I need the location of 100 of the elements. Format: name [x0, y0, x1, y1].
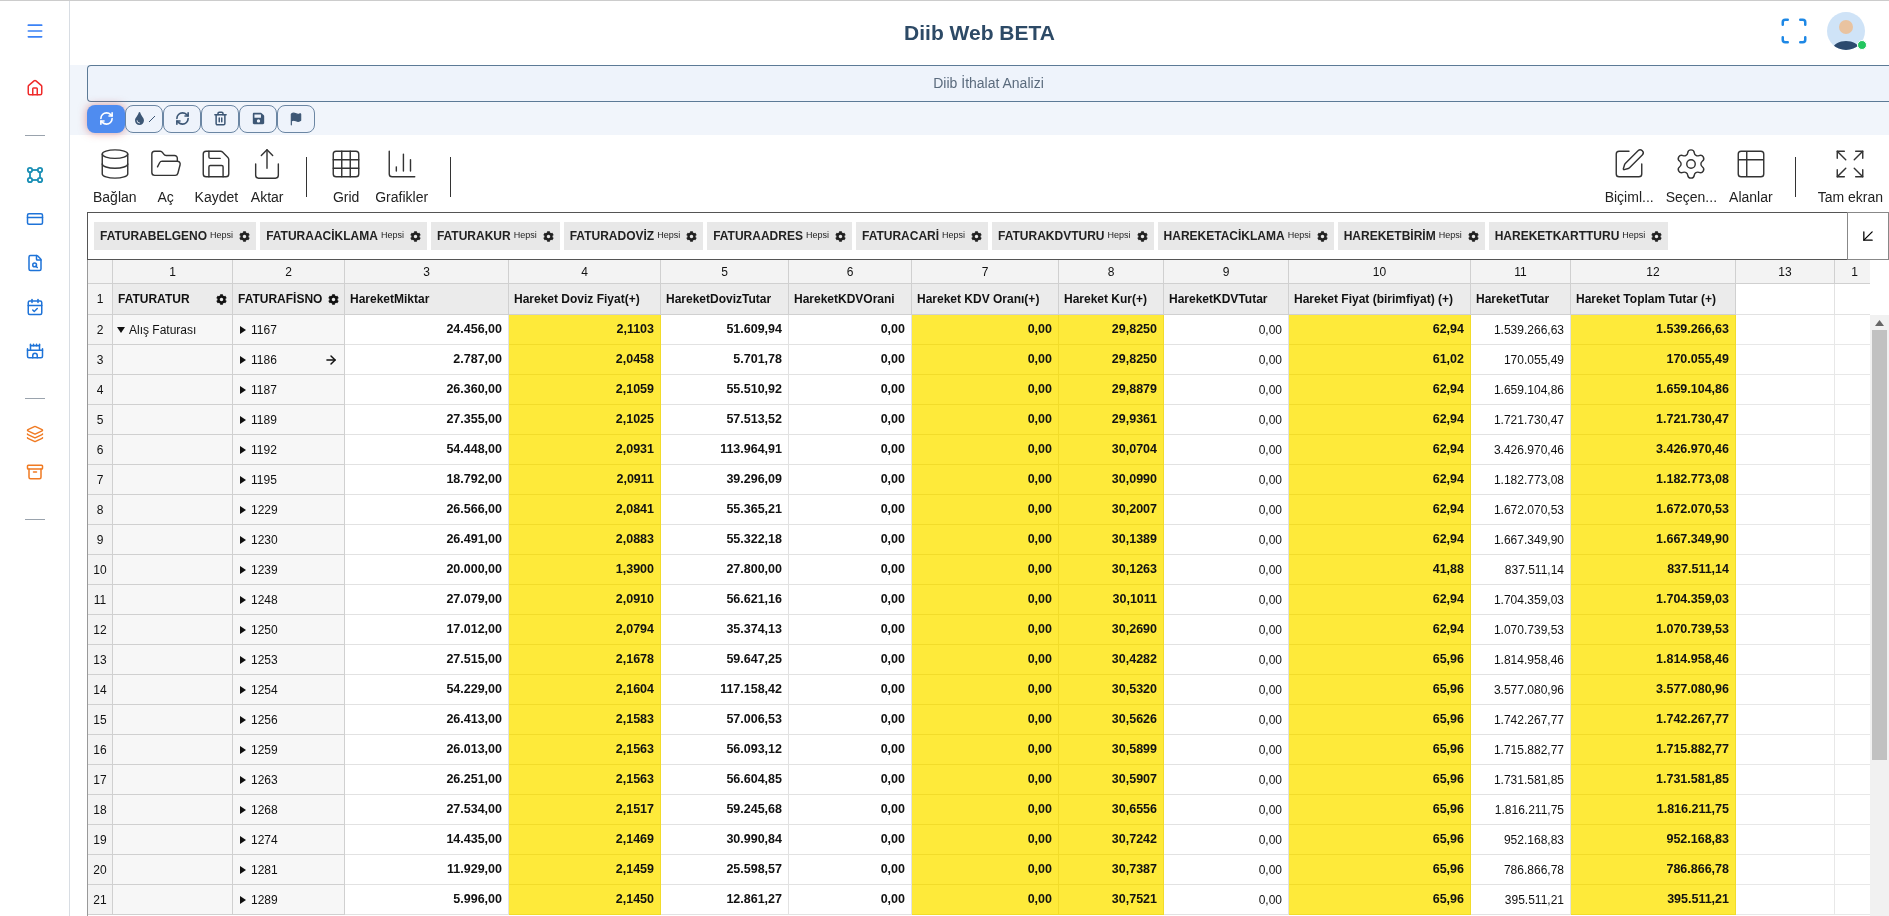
collapse-button[interactable]: [1847, 212, 1889, 260]
action-button[interactable]: [125, 104, 163, 133]
toolbar-button[interactable]: Aktar: [244, 143, 291, 208]
gear-icon[interactable]: [328, 293, 339, 305]
collapsed-triangle-icon[interactable]: [239, 415, 247, 424]
table-cell: 59.647,25: [661, 645, 789, 675]
row-number: 8: [88, 495, 113, 525]
credit-card-icon[interactable]: [25, 210, 44, 228]
filter-chip[interactable]: FATURACARİ Hepsi: [855, 222, 989, 250]
collapsed-triangle-icon[interactable]: [239, 895, 247, 904]
collapsed-triangle-icon[interactable]: [239, 505, 247, 514]
action-button[interactable]: [239, 104, 277, 133]
toolbar-button[interactable]: Bağlan: [87, 143, 143, 208]
row-number: 19: [88, 825, 113, 855]
table-cell: 2,1517: [509, 795, 661, 825]
column-header[interactable]: Hareket Fiyat (birimfiyat) (+): [1289, 284, 1471, 315]
collapsed-triangle-icon[interactable]: [239, 865, 247, 874]
toolbar-button[interactable]: Kaydet: [188, 143, 245, 208]
toolbar-button[interactable]: Alanlar: [1723, 143, 1779, 208]
table-cell: 0,00: [789, 465, 912, 495]
column-header[interactable]: Hareket KDV Oranı(+): [912, 284, 1059, 315]
table-cell: 0,00: [1164, 435, 1289, 465]
home-icon[interactable]: [25, 79, 44, 97]
gear-icon[interactable]: [1136, 230, 1148, 242]
collapsed-triangle-icon[interactable]: [239, 715, 247, 724]
column-header[interactable]: HareketMiktar: [345, 284, 509, 315]
toolbar-button[interactable]: Grafikler: [369, 143, 435, 208]
collapsed-triangle-icon[interactable]: [239, 745, 247, 754]
collapsed-triangle-icon[interactable]: [239, 325, 247, 334]
gear-icon[interactable]: [971, 230, 983, 242]
collapsed-triangle-icon[interactable]: [239, 535, 247, 544]
gear-icon[interactable]: [1651, 230, 1663, 242]
collapsed-triangle-icon[interactable]: [239, 685, 247, 694]
column-header[interactable]: HareketTutar: [1471, 284, 1571, 315]
filter-chip[interactable]: HAREKETACİKLAMA Hepsi: [1157, 222, 1334, 250]
table-cell: 0,00: [912, 435, 1059, 465]
gear-icon[interactable]: [239, 230, 251, 242]
column-header[interactable]: FATURATUR: [113, 284, 233, 315]
gear-icon[interactable]: [834, 230, 846, 242]
scrollbar[interactable]: [1870, 315, 1889, 916]
filter-chip[interactable]: FATURAKDVTURU Hepsi: [992, 222, 1154, 250]
column-header[interactable]: HareketKDVTutar: [1164, 284, 1289, 315]
toolbar-button[interactable]: Seçen...: [1659, 143, 1724, 208]
scroll-up-icon[interactable]: [1875, 320, 1884, 326]
search-document-icon[interactable]: [25, 254, 44, 272]
gear-icon[interactable]: [1316, 230, 1328, 242]
filter-chip[interactable]: FATURAACİKLAMA Hepsi: [260, 222, 427, 250]
table-cell: 1.814.958,46: [1471, 645, 1571, 675]
collapsed-triangle-icon[interactable]: [239, 835, 247, 844]
action-button[interactable]: [87, 104, 125, 133]
action-button[interactable]: [201, 104, 239, 133]
gear-icon[interactable]: [1467, 230, 1479, 242]
filter-chip[interactable]: FATURADOVİZ Hepsi: [563, 222, 704, 250]
collapsed-triangle-icon[interactable]: [239, 385, 247, 394]
toolbar-button[interactable]: Grid: [323, 143, 370, 208]
calendar-icon[interactable]: [25, 298, 44, 316]
filter-chip[interactable]: HAREKETBİRİM Hepsi: [1337, 222, 1485, 250]
row-number: 4: [88, 375, 113, 405]
invoice-number: 1289: [251, 891, 278, 909]
table-cell: 30,2007: [1059, 495, 1164, 525]
column-header[interactable]: Hareket Kur(+): [1059, 284, 1164, 315]
castle-icon[interactable]: [25, 342, 44, 360]
toolbar-button[interactable]: Biçiml...: [1598, 143, 1660, 208]
collapsed-triangle-icon[interactable]: [239, 355, 247, 364]
archive-icon[interactable]: [25, 463, 44, 481]
collapsed-triangle-icon[interactable]: [239, 625, 247, 634]
action-button[interactable]: [277, 104, 315, 133]
table-cell: 65,96: [1289, 795, 1471, 825]
collapsed-triangle-icon[interactable]: [239, 655, 247, 664]
toolbar-button[interactable]: Aç: [142, 143, 189, 208]
table-cell: 1.742.267,77: [1571, 705, 1736, 735]
filter-chip[interactable]: FATURAKUR Hepsi: [430, 222, 560, 250]
expanded-triangle-icon[interactable]: [117, 325, 125, 334]
gear-icon[interactable]: [686, 230, 698, 242]
filter-chip[interactable]: FATURABELGENO Hepsi: [94, 222, 257, 250]
table-cell: 0,00: [789, 375, 912, 405]
filter-chip[interactable]: FATURAADRES Hepsi: [707, 222, 852, 250]
toolbar-button[interactable]: Tam ekran: [1811, 143, 1889, 208]
column-header[interactable]: Hareket Toplam Tutar (+): [1571, 284, 1736, 315]
gear-icon[interactable]: [542, 230, 554, 242]
collapsed-triangle-icon[interactable]: [239, 475, 247, 484]
action-button[interactable]: [163, 104, 201, 133]
nodes-icon[interactable]: [25, 166, 44, 184]
gear-icon[interactable]: [216, 293, 227, 305]
collapsed-triangle-icon[interactable]: [239, 595, 247, 604]
column-header[interactable]: HareketKDVOrani: [789, 284, 912, 315]
table-cell: 27.079,00: [345, 585, 509, 615]
column-header[interactable]: FATURAFİSNO: [233, 284, 345, 315]
filter-chip[interactable]: HAREKETKARTTURU Hepsi: [1488, 222, 1669, 250]
column-header[interactable]: Hareket Doviz Fiyat(+): [509, 284, 661, 315]
collapsed-triangle-icon[interactable]: [239, 565, 247, 574]
table-cell: 30,2690: [1059, 615, 1164, 645]
layers-icon[interactable]: [25, 425, 44, 443]
collapsed-triangle-icon[interactable]: [239, 805, 247, 814]
avatar[interactable]: [1827, 12, 1865, 50]
gear-icon[interactable]: [409, 230, 421, 242]
collapsed-triangle-icon[interactable]: [239, 775, 247, 784]
fullscreen-icon[interactable]: [1779, 16, 1809, 46]
collapsed-triangle-icon[interactable]: [239, 445, 247, 454]
column-header[interactable]: HareketDovizTutar: [661, 284, 789, 315]
